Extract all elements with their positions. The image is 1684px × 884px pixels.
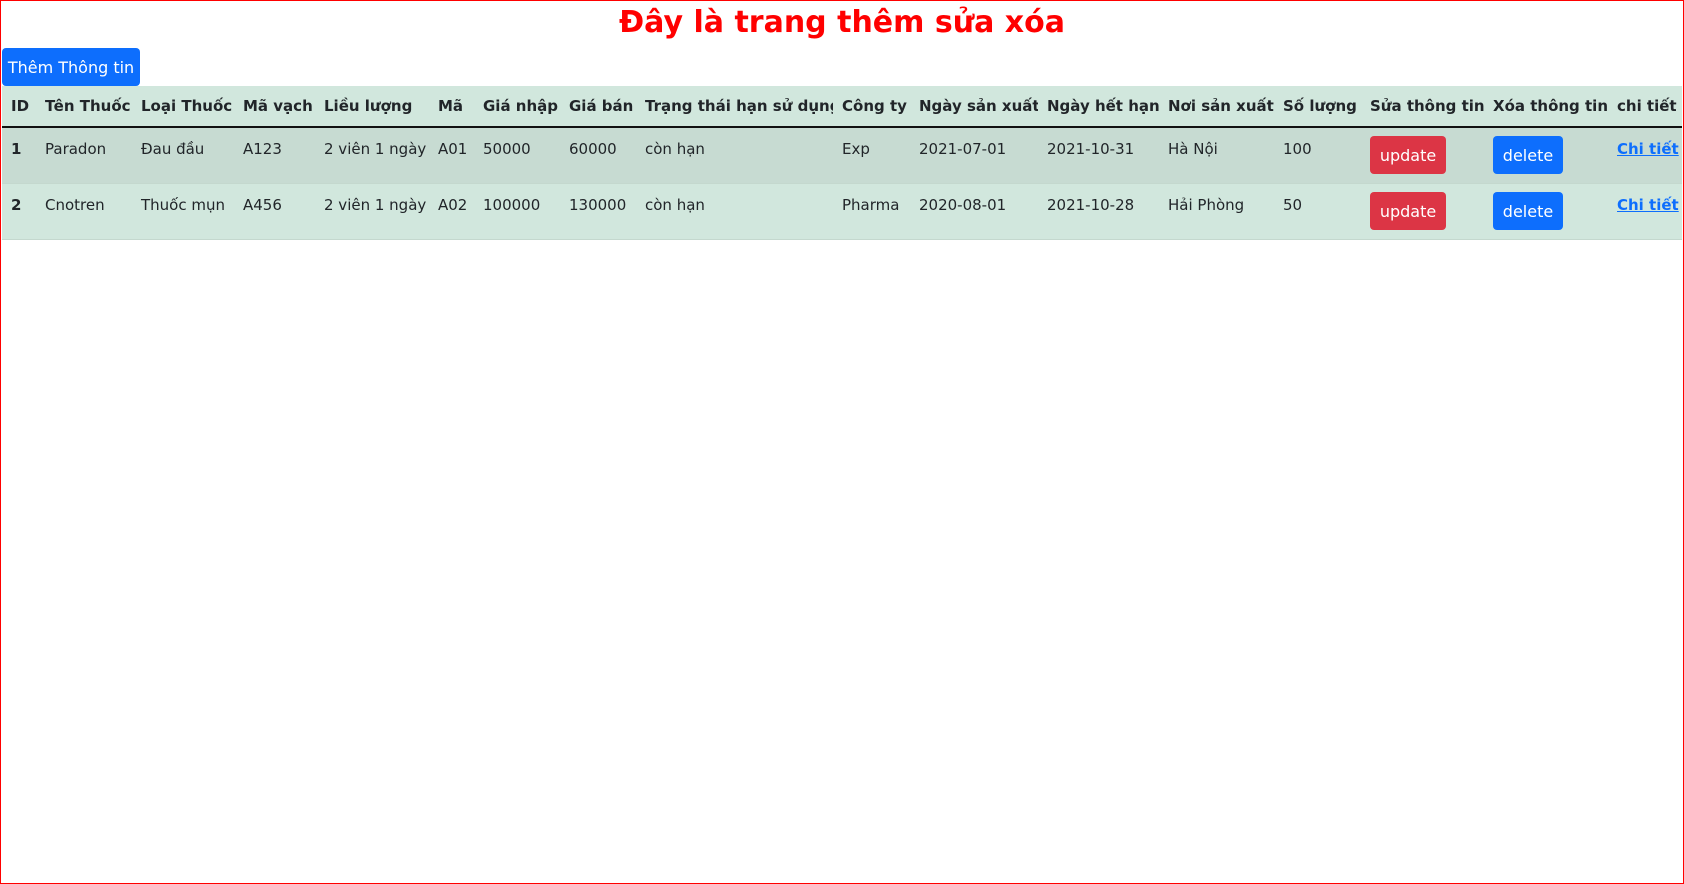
detail-link[interactable]: Chi tiết [1617,184,1682,214]
header-ma-vach: Mã vạch [234,86,315,128]
header-ten-thuoc: Tên Thuốc [36,86,132,128]
header-so-luong: Số lượng [1274,86,1361,128]
header-ngay-san-xuat: Ngày sản xuất [910,86,1038,128]
cell-ngay-san-xuat: 2020-08-01 [910,183,1038,240]
medicine-table: ID Tên Thuốc Loại Thuốc Mã vạch Liều lượ… [2,86,1682,240]
cell-delete: delete [1484,183,1608,240]
cell-ngay-het-han: 2021-10-28 [1038,183,1159,240]
update-button[interactable]: update [1370,192,1446,230]
cell-cong-ty: Pharma [833,183,910,240]
add-info-button[interactable]: Thêm Thông tin [2,48,140,86]
cell-trang-thai: còn hạn [636,127,833,184]
cell-detail: Chi tiết [1608,183,1682,240]
cell-so-luong: 100 [1274,127,1361,184]
header-lieu-luong: Liều lượng [315,86,429,128]
header-sua-thong-tin: Sửa thông tin [1361,86,1484,128]
cell-ten-thuoc: Cnotren [36,183,132,240]
cell-lieu-luong: 2 viên 1 ngày [315,183,429,240]
table-header-row: ID Tên Thuốc Loại Thuốc Mã vạch Liều lượ… [2,86,1682,128]
cell-trang-thai: còn hạn [636,183,833,240]
header-gia-nhap: Giá nhập [474,86,560,128]
cell-gia-nhap: 100000 [474,183,560,240]
delete-button[interactable]: delete [1493,192,1563,230]
header-xoa-thong-tin: Xóa thông tin [1484,86,1608,128]
cell-delete: delete [1484,127,1608,184]
header-id: ID [2,86,36,128]
cell-update: update [1361,183,1484,240]
cell-loai-thuoc: Thuốc mụn [132,183,234,240]
table-row: 2 Cnotren Thuốc mụn A456 2 viên 1 ngày A… [2,183,1682,240]
header-noi-san-xuat: Nơi sản xuất [1159,86,1274,128]
detail-link[interactable]: Chi tiết [1617,128,1682,158]
cell-ten-thuoc: Paradon [36,127,132,184]
cell-gia-nhap: 50000 [474,127,560,184]
cell-ngay-het-han: 2021-10-31 [1038,127,1159,184]
cell-id: 1 [2,127,36,184]
cell-loai-thuoc: Đau đầu [132,127,234,184]
page-title: Đây là trang thêm sửa xóa [619,5,1065,40]
header-ngay-het-han: Ngày hết hạn [1038,86,1159,128]
update-button[interactable]: update [1370,136,1446,174]
cell-ma-vach: A456 [234,183,315,240]
cell-so-luong: 50 [1274,183,1361,240]
cell-ma: A02 [429,183,474,240]
cell-ma-vach: A123 [234,127,315,184]
cell-id: 2 [2,183,36,240]
header-ma: Mã [429,86,474,128]
cell-noi-san-xuat: Hà Nội [1159,127,1274,184]
header-cong-ty: Công ty [833,86,910,128]
header-trang-thai: Trạng thái hạn sử dụng [636,86,833,128]
table-row: 1 Paradon Đau đầu A123 2 viên 1 ngày A01… [2,127,1682,184]
cell-ma: A01 [429,127,474,184]
cell-detail: Chi tiết [1608,127,1682,184]
cell-gia-ban: 130000 [560,183,636,240]
header-chi-tiet: chi tiết [1608,86,1682,128]
header-loai-thuoc: Loại Thuốc [132,86,234,128]
cell-ngay-san-xuat: 2021-07-01 [910,127,1038,184]
cell-gia-ban: 60000 [560,127,636,184]
header-gia-ban: Giá bán [560,86,636,128]
cell-cong-ty: Exp [833,127,910,184]
cell-lieu-luong: 2 viên 1 ngày [315,127,429,184]
cell-noi-san-xuat: Hải Phòng [1159,183,1274,240]
delete-button[interactable]: delete [1493,136,1563,174]
cell-update: update [1361,127,1484,184]
